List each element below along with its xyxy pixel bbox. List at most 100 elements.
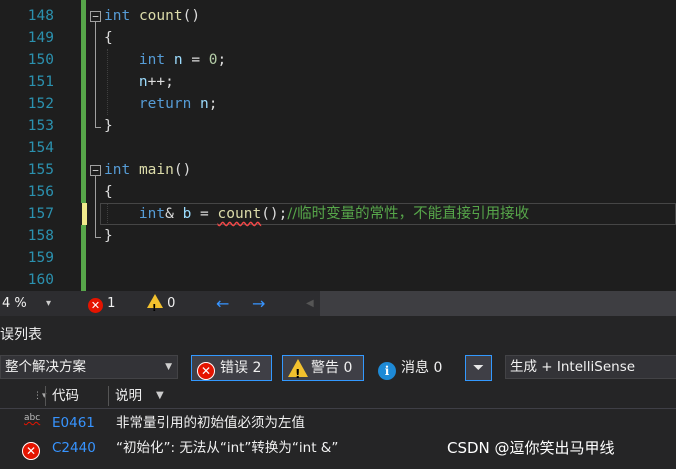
warning-icon: ! xyxy=(147,294,163,314)
code-text: } xyxy=(104,228,113,244)
function-name: count xyxy=(138,8,183,24)
column-desc-header[interactable]: 说明 xyxy=(115,384,142,408)
info-icon: i xyxy=(378,359,396,383)
error-code[interactable]: E0461 xyxy=(52,411,95,435)
column-code-header[interactable]: 代码 xyxy=(52,384,79,408)
line-number: 152 xyxy=(27,96,54,112)
code-text: & xyxy=(165,206,183,222)
code-text: = xyxy=(182,52,209,68)
code-text: ++; xyxy=(147,74,174,90)
line-number: 148 xyxy=(27,8,54,24)
code-text: (); xyxy=(261,206,288,222)
change-marker xyxy=(81,225,86,291)
intellisense-icon: abc xyxy=(24,413,41,423)
errors-filter-label: 错误 2 xyxy=(220,360,262,376)
code-line-148[interactable]: int count() xyxy=(104,5,200,27)
chevron-down-icon[interactable]: ▼ xyxy=(156,384,164,408)
panel-title: 误列表 xyxy=(0,327,42,343)
filter-icon: ⏷ xyxy=(472,360,485,376)
chevron-down-icon: ▼ xyxy=(165,362,172,372)
error-code[interactable]: C2440 xyxy=(52,436,96,460)
code-text: () xyxy=(182,8,201,24)
number-literal: 0 xyxy=(208,52,218,68)
line-number: 150 xyxy=(27,52,54,68)
code-text: { xyxy=(104,184,113,200)
keyword: int xyxy=(138,206,166,222)
code-line-157[interactable]: int& b = count();//临时变量的常性，不能直接引用接收 xyxy=(104,203,529,225)
variable: n xyxy=(173,52,183,68)
zoom-level[interactable]: 4 % xyxy=(2,291,27,316)
line-number: 149 xyxy=(27,30,54,46)
code-line-158[interactable]: } xyxy=(104,225,113,247)
line-number: 157 xyxy=(27,206,54,222)
keyword: int xyxy=(104,8,131,24)
code-line-151[interactable]: n++; xyxy=(104,71,174,93)
code-text: () xyxy=(173,162,192,178)
variable: n xyxy=(138,74,148,90)
change-marker xyxy=(81,0,86,203)
horizontal-scrollbar[interactable] xyxy=(320,291,676,316)
warnings-filter-button[interactable]: ! 警告 0 xyxy=(282,355,364,381)
unsaved-change-marker xyxy=(82,203,87,225)
warning-count[interactable]: ! 0 xyxy=(147,291,175,316)
outline-line xyxy=(95,22,96,127)
line-number: 153 xyxy=(27,118,54,134)
build-source-value: 生成 + IntelliSense xyxy=(510,359,636,375)
collapse-toggle[interactable]: − xyxy=(90,165,101,176)
code-text: { xyxy=(104,30,113,46)
error-count-value: 1 xyxy=(107,296,116,311)
code-line-152[interactable]: return n; xyxy=(104,93,218,115)
nav-back-icon[interactable]: ← xyxy=(216,291,229,316)
error-description: 非常量引用的初始值必须为左值 xyxy=(116,415,305,431)
code-text: } xyxy=(104,118,113,134)
errors-filter-button[interactable]: ✕ 错误 2 xyxy=(191,355,272,381)
code-text: ; xyxy=(217,52,227,68)
line-number: 156 xyxy=(27,184,54,200)
code-line-153[interactable]: } xyxy=(104,115,113,137)
error-count[interactable]: ✕ 1 xyxy=(88,291,115,316)
error-list-panel: 误列表 整个解决方案 ▼ ✕ 错误 2 ! 警告 0 i 消息 0 ⏷ 生成 +… xyxy=(0,316,676,469)
build-source-dropdown[interactable]: 生成 + IntelliSense xyxy=(505,355,676,379)
line-number: 154 xyxy=(27,140,54,156)
messages-filter-label: 消息 0 xyxy=(401,360,443,376)
scope-dropdown[interactable]: 整个解决方案 ▼ xyxy=(0,355,178,379)
function-name: main xyxy=(138,162,174,178)
keyword: int xyxy=(138,52,166,68)
line-number: 151 xyxy=(27,74,54,90)
warning-count-value: 0 xyxy=(167,296,176,311)
scroll-left-icon[interactable]: ◀ xyxy=(306,291,314,316)
column-divider xyxy=(108,386,109,406)
error-description: “初始化”: 无法从“int”转换为“int &” xyxy=(116,440,339,456)
table-row[interactable]: abc E0461 非常量引用的初始值必须为左值 xyxy=(0,411,676,435)
code-line-150[interactable]: int n = 0; xyxy=(104,49,226,71)
line-number: 155 xyxy=(27,162,54,178)
zoom-dropdown-arrow[interactable]: ▾ xyxy=(46,291,51,316)
error-icon: ✕ xyxy=(197,359,215,383)
variable: n xyxy=(200,96,209,112)
code-line-156[interactable]: { xyxy=(104,181,113,203)
code-text: ; xyxy=(208,96,218,112)
function-call-error: count xyxy=(217,206,262,222)
collapse-toggle[interactable]: − xyxy=(90,11,101,22)
scope-value: 整个解决方案 xyxy=(5,359,86,375)
line-number: 159 xyxy=(27,250,54,266)
filter-button[interactable]: ⏷ xyxy=(465,355,492,381)
warning-icon: ! xyxy=(288,359,308,385)
messages-filter-button[interactable]: i 消息 0 xyxy=(372,355,456,381)
code-text: = xyxy=(191,206,218,222)
code-line-149[interactable]: { xyxy=(104,27,113,49)
keyword: return xyxy=(138,96,192,112)
code-editor[interactable]: 148 149 150 151 152 153 154 155 156 157 … xyxy=(0,0,676,291)
keyword: int xyxy=(104,162,131,178)
outline-end xyxy=(95,127,101,128)
editor-status-bar: 4 % ▾ ✕ 1 ! 0 ← → ◀ xyxy=(0,291,676,316)
outline-line xyxy=(95,176,96,237)
comment: //临时变量的常性，不能直接引用接收 xyxy=(287,206,530,222)
warnings-filter-label: 警告 0 xyxy=(311,360,353,376)
line-number: 160 xyxy=(27,272,54,288)
nav-forward-icon[interactable]: → xyxy=(252,291,265,316)
line-number: 158 xyxy=(27,228,54,244)
error-list-header: ⋮▾ 代码 说明 ▼ xyxy=(0,384,676,409)
outline-end xyxy=(95,237,101,238)
code-line-155[interactable]: int main() xyxy=(104,159,191,181)
